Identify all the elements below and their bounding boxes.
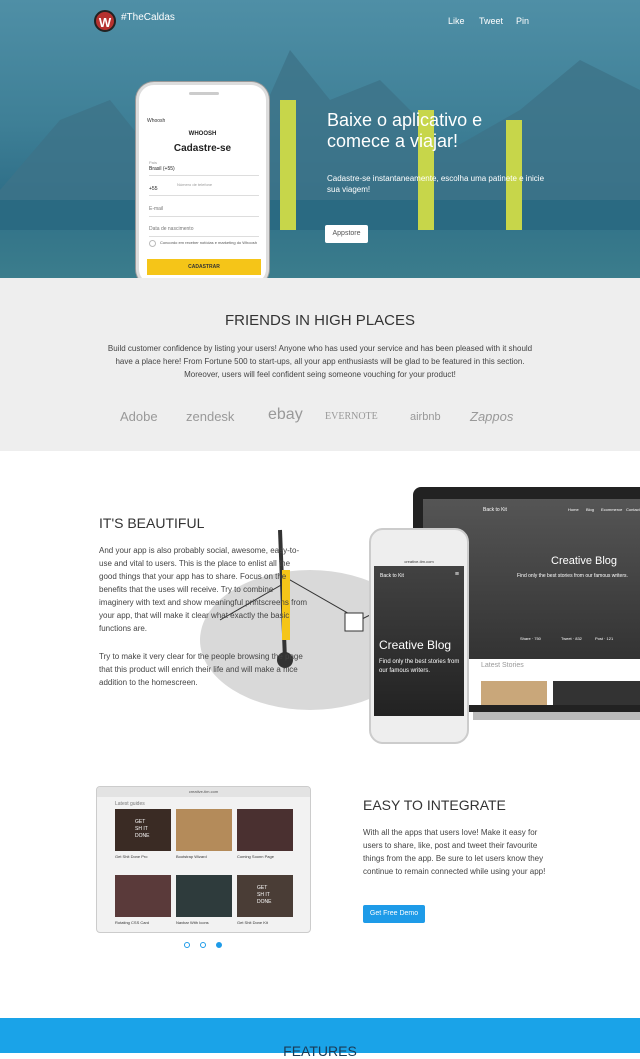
adobe-logo: Adobe <box>120 409 158 424</box>
story-thumbnail[interactable] <box>481 681 547 705</box>
laptop-nav-contact[interactable]: Contact <box>626 507 640 512</box>
card-thumbnail[interactable]: GET SH IT DONE <box>115 809 171 851</box>
get-free-demo-button[interactable]: Get Free Demo <box>363 905 425 923</box>
menu-icon[interactable]: ≡ <box>455 571 459 578</box>
phone-screen: creative-tim.com Back to Kit ≡ Creative … <box>374 558 464 716</box>
zendesk-logo: zendesk <box>186 409 235 424</box>
zappos-logo: Zappos <box>470 409 514 424</box>
beautiful-paragraph-1: And your app is also probably social, aw… <box>99 546 308 633</box>
share-button[interactable]: Share · 750 <box>520 636 541 641</box>
friends-section: FRIENDS IN HIGH PLACES Build customer co… <box>0 278 640 451</box>
beautiful-title: IT'S BEAUTIFUL <box>99 515 205 531</box>
latest-stories-title: Latest Stories <box>481 662 524 669</box>
carousel-dot[interactable] <box>200 942 206 948</box>
airbnb-logo: airbnb <box>410 411 441 423</box>
card-title[interactable]: Get Shit Done Kit <box>237 920 268 925</box>
phone-number-label: Número de telefone <box>177 182 213 187</box>
laptop-back-link[interactable]: Back to Kit <box>483 507 507 513</box>
blog-phone-mockup: creative-tim.com Back to Kit ≡ Creative … <box>369 528 469 744</box>
laptop-blog-title: Creative Blog <box>551 555 618 567</box>
laptop-nav-ecommerce[interactable]: Ecommerce <box>601 507 622 512</box>
laptop-base <box>473 712 640 720</box>
card-title[interactable]: Rotating CSS Card <box>115 920 149 925</box>
nav-tweet[interactable]: Tweet <box>479 16 503 26</box>
integrate-title: EASY TO INTEGRATE <box>363 797 506 813</box>
evernote-logo: EVERNOTE <box>325 411 378 422</box>
country-label: País <box>149 160 158 165</box>
features-title: FEATURES <box>283 1043 357 1059</box>
phone-carrier: Whoosh <box>147 118 166 124</box>
laptop-nav-home[interactable]: Home <box>568 507 579 512</box>
hero-title: Baixe o aplicativo e comece a viajar! <box>327 110 483 151</box>
hero-subtitle: Cadastre-se instantaneamente, escolha um… <box>327 174 545 194</box>
card-title[interactable]: Get Shit Done Pro <box>115 854 147 859</box>
appstore-button[interactable]: Appstore <box>325 225 368 243</box>
email-field[interactable]: E-mail <box>149 206 259 217</box>
consent-text: Concordo em receber notícias e marketing… <box>160 240 257 245</box>
brand-logo[interactable]: W <box>94 10 116 32</box>
card-thumbnail[interactable] <box>237 809 293 851</box>
hero-section: W #TheCaldas Like Tweet Pin Whoosh WHOOS… <box>0 0 640 278</box>
phone-app-logo: WHOOSH <box>188 131 217 137</box>
carousel-dot-active[interactable] <box>216 942 222 948</box>
hero-background-illustration <box>0 50 640 230</box>
post-button[interactable]: Post · 121 <box>595 636 613 641</box>
country-select[interactable]: Brasil (+55) <box>149 166 259 176</box>
beautiful-paragraph-2: Try to make it very clear for the people… <box>99 652 303 687</box>
card-thumbnail[interactable]: GET SH IT DONE <box>237 875 293 917</box>
card-title[interactable]: Bootstrap Wizard <box>176 854 207 859</box>
phone-prefix[interactable]: +55 <box>149 186 157 192</box>
tweet-button[interactable]: Tweet · 832 <box>561 636 582 641</box>
phone-blog-subtitle: Find only the best stories from our famo… <box>379 659 460 674</box>
register-button[interactable]: CADASTRAR <box>147 259 261 275</box>
nav-like[interactable]: Like <box>448 16 465 26</box>
ebay-logo: ebay <box>268 406 303 423</box>
card-title[interactable]: Coming Soonn Page <box>237 854 274 859</box>
browser-heading: Latest guides <box>115 801 145 807</box>
browser-address-bar[interactable]: creative-tim.com <box>97 787 310 797</box>
browser-mockup: creative-tim.com Latest guides GET SH IT… <box>96 786 311 933</box>
laptop-nav-blog[interactable]: Blog <box>586 507 594 512</box>
story-thumbnail[interactable] <box>553 681 640 705</box>
phone-url-bar[interactable]: creative-tim.com <box>374 558 464 566</box>
carousel-dot[interactable] <box>184 942 190 948</box>
features-section: FEATURES <box>0 1018 640 1059</box>
nav-pin[interactable]: Pin <box>516 16 529 26</box>
phone-speaker <box>189 92 219 95</box>
divider <box>149 195 259 196</box>
brand-name[interactable]: #TheCaldas <box>121 12 175 23</box>
friends-title: FRIENDS IN HIGH PLACES <box>224 312 416 329</box>
phone-screen-title: Cadastre-se <box>173 143 232 154</box>
signup-phone-mockup: Whoosh WHOOSH Cadastre-se País Brasil (+… <box>136 82 269 278</box>
card-title[interactable]: Navbar With Icons <box>176 920 209 925</box>
card-thumbnail[interactable] <box>176 875 232 917</box>
integrate-text: With all the apps that users love! Make … <box>363 828 546 876</box>
card-thumbnail[interactable] <box>115 875 171 917</box>
friends-text: Build customer confidence by listing you… <box>107 344 533 379</box>
consent-checkbox[interactable] <box>149 240 156 247</box>
phone-back-link[interactable]: Back to Kit <box>380 573 404 579</box>
laptop-blog-subtitle: Find only the best stories from our famo… <box>517 573 628 579</box>
card-thumbnail[interactable] <box>176 809 232 851</box>
dob-field[interactable]: Data de nascimento <box>149 226 259 237</box>
phone-blog-title: Creative Blog <box>379 638 452 652</box>
